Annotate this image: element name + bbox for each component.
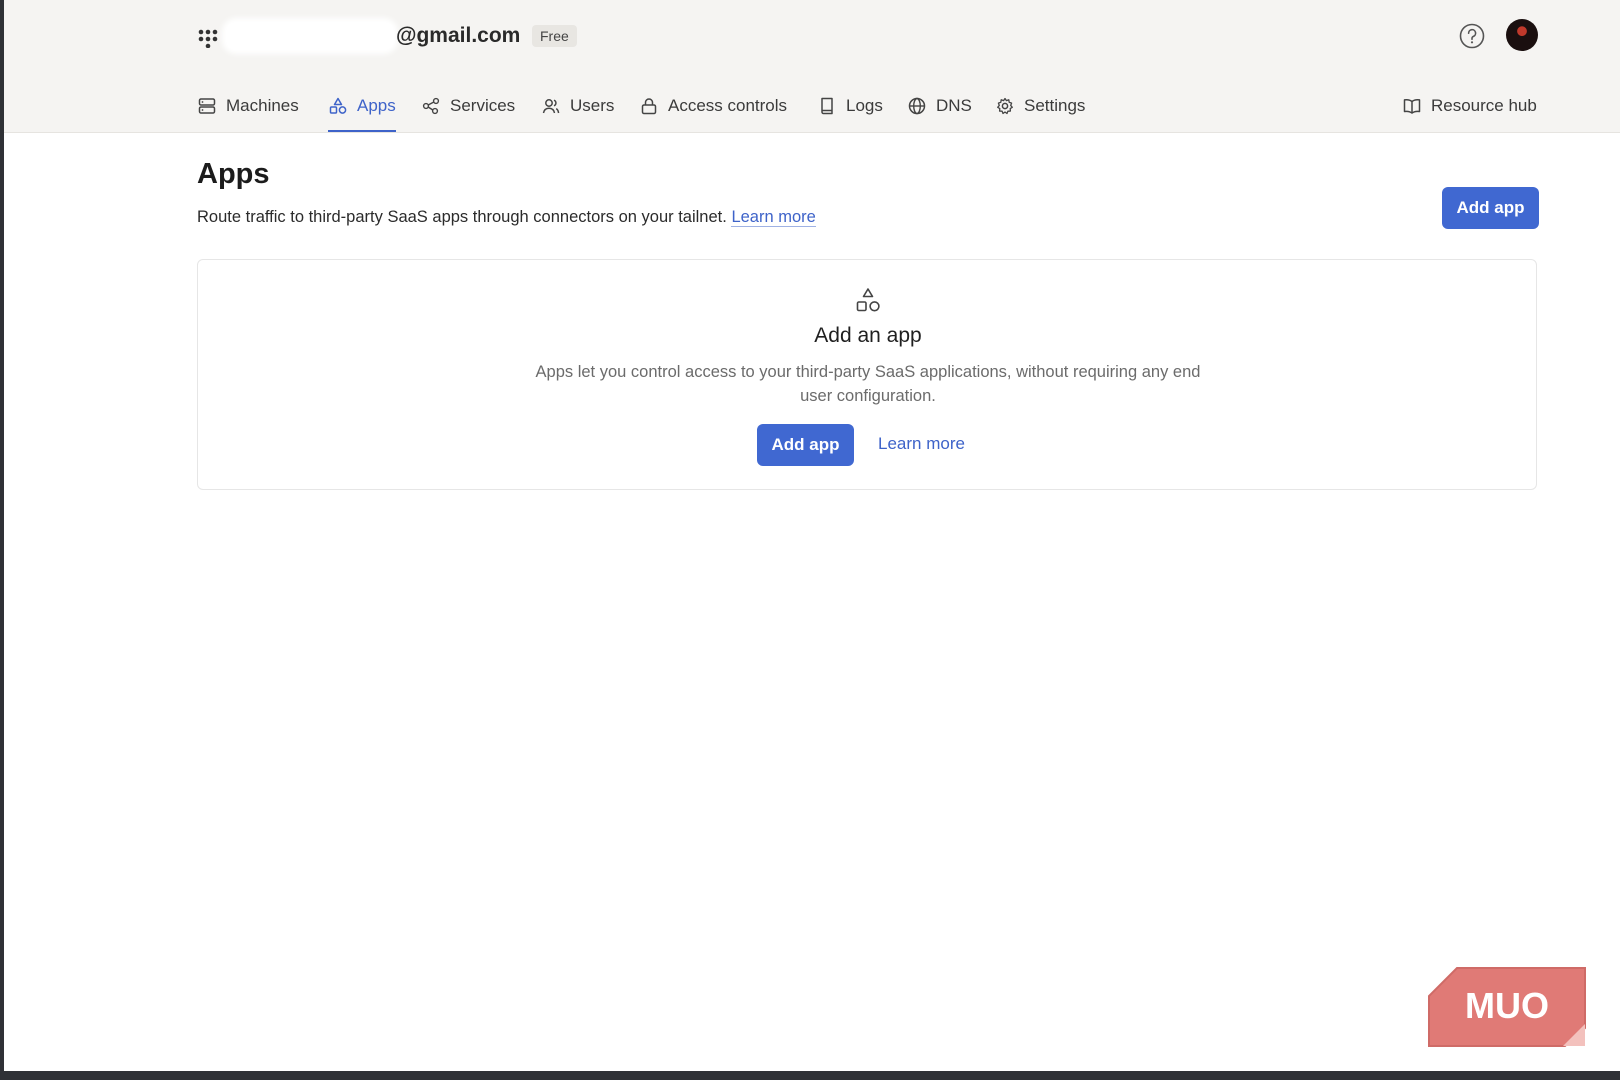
- tab-label: DNS: [936, 96, 972, 115]
- tab-machines[interactable]: Machines: [197, 82, 299, 130]
- account-email: @gmail.com: [396, 24, 521, 47]
- watermark-text: MUO: [1465, 985, 1549, 1026]
- header: @gmail.com Free Machines Apps Services U…: [4, 0, 1620, 133]
- tab-label: Settings: [1024, 96, 1086, 115]
- shapes-icon: [853, 286, 883, 316]
- tab-logs[interactable]: Logs: [817, 82, 883, 130]
- tab-label: Logs: [846, 96, 883, 115]
- open-book-icon: [1403, 99, 1421, 114]
- empty-state-card: Add an app Apps let you control access t…: [197, 259, 1537, 490]
- tab-users[interactable]: Users: [541, 82, 614, 130]
- tab-label: Machines: [226, 96, 299, 115]
- tab-label: Access controls: [668, 96, 788, 115]
- account-switcher[interactable]: @gmail.com: [226, 20, 520, 52]
- empty-state-title: Add an app: [814, 324, 922, 347]
- subtitle-learn-more-link[interactable]: Learn more: [731, 208, 816, 227]
- add-app-button[interactable]: Add app: [1442, 187, 1539, 229]
- resource-hub-label: Resource hub: [1431, 96, 1537, 115]
- empty-state-add-app-button[interactable]: Add app: [757, 424, 854, 466]
- tab-apps[interactable]: Apps: [328, 82, 396, 132]
- main-nav: Machines Apps Services Users Access cont…: [4, 82, 1620, 132]
- avatar[interactable]: [1506, 19, 1538, 51]
- book-icon: [821, 97, 833, 115]
- plan-badge: Free: [532, 25, 577, 47]
- tab-access-controls[interactable]: Access controls: [639, 82, 787, 130]
- empty-state-learn-more-link[interactable]: Learn more: [878, 434, 965, 454]
- server-icon: [198, 98, 216, 114]
- tab-label: Apps: [357, 96, 396, 115]
- empty-state-description: Apps let you control access to your thir…: [535, 363, 1201, 405]
- tab-settings[interactable]: Settings: [995, 82, 1085, 130]
- resource-hub-link[interactable]: Resource hub: [1402, 82, 1537, 130]
- globe-icon: [908, 97, 926, 115]
- shapes-icon: [329, 97, 347, 114]
- users-icon: [542, 99, 560, 114]
- page-title: Apps: [197, 158, 270, 190]
- page-subtitle: Route traffic to third-party SaaS apps t…: [197, 208, 816, 227]
- muo-watermark-logo: MUO: [1427, 966, 1589, 1048]
- redacted-region: [226, 22, 394, 51]
- tab-label: Services: [450, 96, 516, 115]
- help-icon[interactable]: [1458, 22, 1486, 50]
- tab-services[interactable]: Services: [421, 82, 515, 130]
- top-bar: @gmail.com Free: [4, 0, 1620, 72]
- services-icon: [422, 97, 440, 115]
- tab-label: Users: [570, 96, 615, 115]
- tab-dns[interactable]: DNS: [907, 82, 972, 130]
- subtitle-text: Route traffic to third-party SaaS apps t…: [197, 208, 727, 226]
- gear-icon: [997, 97, 1013, 115]
- app-switcher-icon[interactable]: [197, 26, 219, 49]
- app-window: @gmail.com Free Machines Apps Services U…: [4, 0, 1620, 1071]
- lock-icon: [641, 98, 657, 115]
